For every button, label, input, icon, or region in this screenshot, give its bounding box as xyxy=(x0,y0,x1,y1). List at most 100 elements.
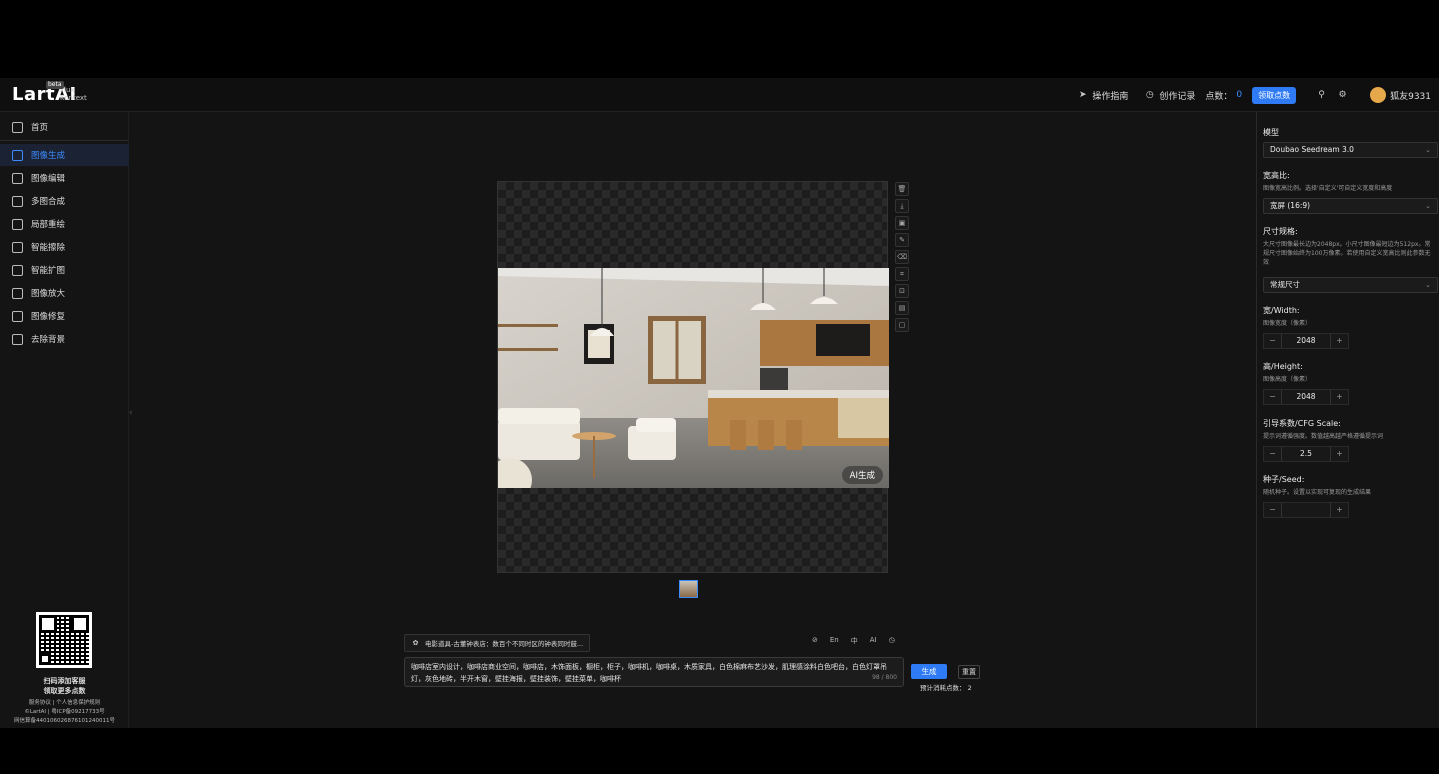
cfg-decrement-button[interactable]: − xyxy=(1264,447,1281,461)
sidebar-item-label: 多图合成 xyxy=(31,197,66,207)
seed-increment-button[interactable]: + xyxy=(1331,503,1348,517)
sidebar-collapse-icon[interactable]: ‹ xyxy=(129,408,137,428)
width-input[interactable]: 2048 xyxy=(1281,334,1331,348)
download-icon[interactable]: ⤓ xyxy=(895,199,909,213)
delete-icon[interactable]: 🗑 xyxy=(895,182,909,196)
logo-sub-line2: Kontext xyxy=(60,94,87,102)
sidebar-item-inpaint[interactable]: 局部重绘 xyxy=(0,213,129,235)
char-counter: 98 / 800 xyxy=(872,674,897,681)
qr-corner xyxy=(39,653,51,665)
sidebar-item-label: 智能擦除 xyxy=(31,243,66,253)
repair-icon[interactable]: ▤ xyxy=(895,301,909,315)
app-window: LartAI beta Flux Kontext ➤ 操作指南 ◷ 创作记录 点… xyxy=(0,78,1439,728)
prompt-tools: ⊘ En 中 AI ◷ xyxy=(812,636,895,646)
qr-caption-1: 扫码添加客服 xyxy=(43,677,86,685)
size-description: 大尺寸图像最长边为2048px。小尺寸图像最短边为512px。常规尺寸图像始终为… xyxy=(1263,241,1431,266)
logo-tag: beta xyxy=(46,81,64,89)
edit-icon[interactable]: ✎ xyxy=(895,233,909,247)
guide-link[interactable]: ➤ 操作指南 xyxy=(1077,89,1128,102)
seed-input[interactable] xyxy=(1281,503,1331,517)
remove-bg-icon[interactable]: ▢ xyxy=(895,318,909,332)
seed-decrement-button[interactable]: − xyxy=(1264,503,1281,517)
upscale-icon[interactable]: ⊡ xyxy=(895,284,909,298)
image-edit-icon[interactable]: ▣ xyxy=(895,216,909,230)
size-select[interactable]: 常规尺寸 ⌄ xyxy=(1263,277,1438,293)
top-right-actions: ➤ 操作指南 ◷ 创作记录 点数： 0 领取点数 ⚲ ⚙ 狐友9331 xyxy=(1077,78,1431,112)
points-label: 点数： xyxy=(1205,91,1233,102)
height-increment-button[interactable]: + xyxy=(1331,390,1348,404)
generate-button[interactable]: 生成 xyxy=(911,664,947,679)
reset-button[interactable]: 重置 xyxy=(958,665,980,679)
upscale-icon xyxy=(12,287,23,299)
sidebar-item-multi-image[interactable]: 多图合成 xyxy=(0,190,129,212)
logo-subtitle: beta Flux Kontext xyxy=(46,81,87,102)
sidebar-item-repair[interactable]: 图像修复 xyxy=(0,305,129,327)
eraser-icon[interactable]: ⌫ xyxy=(895,250,909,264)
sidebar-item-label: 图像修复 xyxy=(31,312,66,322)
translate-zh-button[interactable]: 中 xyxy=(851,636,858,646)
avatar xyxy=(1370,87,1387,103)
seed-label: 种子/Seed: xyxy=(1263,475,1305,484)
sparkle-icon: ✿ xyxy=(412,638,419,647)
cfg-increment-button[interactable]: + xyxy=(1331,447,1348,461)
model-select[interactable]: Doubao Seedream 3.0 ⌄ xyxy=(1263,142,1438,158)
sidebar-item-upscale[interactable]: 图像放大 xyxy=(0,282,129,304)
crop-icon xyxy=(12,264,23,276)
remove-bg-icon xyxy=(12,333,23,345)
pin-icon[interactable]: ⚲ xyxy=(1316,90,1327,101)
sidebar-item-label: 图像放大 xyxy=(31,289,66,299)
claim-points-button[interactable]: 领取点数 xyxy=(1252,86,1297,104)
estimated-cost: 预计消耗点数： 2 xyxy=(920,684,972,692)
sidebar-item-outpaint[interactable]: 智能扩图 xyxy=(0,259,129,281)
translate-en-button[interactable]: En xyxy=(830,636,839,646)
prompt-input[interactable]: 咖啡店室内设计，咖啡店商业空间，咖啡店，木饰面板，橱柜，柜子，咖啡机，咖啡桌，木… xyxy=(404,657,904,687)
width-label: 宽/Width: xyxy=(1263,306,1300,315)
ratio-description: 图像宽高比例。选择'自定义'可自定义宽度和高度 xyxy=(1263,185,1393,192)
sidebar-item-erase[interactable]: 智能擦除 xyxy=(0,236,129,258)
height-label: 高/Height: xyxy=(1263,362,1303,371)
history-icon[interactable]: ◷ xyxy=(889,636,895,646)
prompt-template-text: 电影道具-古董钟表店：数百个不同时区的钟表同时鼓... xyxy=(425,640,584,648)
width-increment-button[interactable]: + xyxy=(1331,334,1348,348)
history-label: 创作记录 xyxy=(1159,91,1196,102)
send-icon: ➤ xyxy=(1079,89,1087,100)
user-menu[interactable]: 狐友9331 xyxy=(1370,87,1431,103)
algorithm-record: 网信算备440106026876101240011号 xyxy=(14,718,115,724)
sidebar-item-image-generate[interactable]: 图像生成 xyxy=(0,144,129,166)
cfg-input[interactable]: 2.5 xyxy=(1281,447,1331,461)
multi-image-icon xyxy=(12,195,23,207)
sidebar-item-remove-bg[interactable]: 去除背景 xyxy=(0,328,129,350)
clear-prompt-icon[interactable]: ⊘ xyxy=(812,636,818,646)
chevron-down-icon: ⌄ xyxy=(1425,202,1431,210)
width-description: 图像宽度（像素） xyxy=(1263,320,1312,327)
height-input[interactable]: 2048 xyxy=(1281,390,1331,404)
eraser-icon xyxy=(12,241,23,253)
model-label: 模型 xyxy=(1263,128,1279,137)
prompt-template-chip[interactable]: ✿ 电影道具-古董钟表店：数百个不同时区的钟表同时鼓... xyxy=(404,634,590,652)
clock-icon: ◷ xyxy=(1145,89,1154,100)
generated-image: AI生成 xyxy=(498,268,889,488)
size-label: 尺寸规格: xyxy=(1263,227,1298,236)
height-decrement-button[interactable]: − xyxy=(1264,390,1281,404)
width-decrement-button[interactable]: − xyxy=(1264,334,1281,348)
gear-icon[interactable]: ⚙ xyxy=(1337,90,1348,101)
legal-links[interactable]: 服务协议 | 个人信息保护规则 xyxy=(0,698,129,706)
history-link[interactable]: ◷ 创作记录 xyxy=(1144,89,1195,102)
cafe-interior-image xyxy=(498,268,889,488)
sidebar-item-label: 图像生成 xyxy=(31,151,66,161)
cfg-description: 提示词遵循强度。数值越高越严格遵循提示词 xyxy=(1263,433,1384,440)
height-description: 图像高度（像素） xyxy=(1263,376,1312,383)
sidebar-item-image-edit[interactable]: 图像编辑 xyxy=(0,167,129,189)
ai-enhance-button[interactable]: AI xyxy=(870,636,877,646)
sidebar-item-home[interactable]: 首页 xyxy=(0,116,129,138)
username: 狐友9331 xyxy=(1390,91,1431,102)
image-canvas: AI生成 xyxy=(497,181,889,573)
crop-icon[interactable]: ⌗ xyxy=(895,267,909,281)
ratio-select[interactable]: 宽屏 (16:9) ⌄ xyxy=(1263,198,1438,214)
points-display: 点数： 0 xyxy=(1205,89,1242,102)
logo-sub-line1: Flux xyxy=(60,86,75,94)
repair-icon xyxy=(12,310,23,322)
image-toolbar: 🗑 ⤓ ▣ ✎ ⌫ ⌗ ⊡ ▤ ▢ xyxy=(895,182,909,335)
image-thumbnail[interactable] xyxy=(679,580,698,598)
settings-panel: 模型 Doubao Seedream 3.0 ⌄ 宽高比: 图像宽高比例。选择'… xyxy=(1256,112,1439,728)
